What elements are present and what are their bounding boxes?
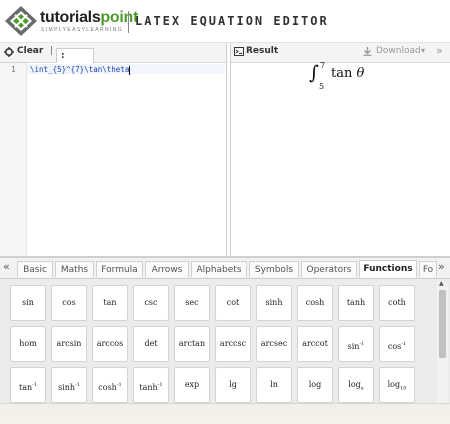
line-number: 1 — [11, 65, 16, 74]
btn-exp[interactable]: exp — [174, 367, 210, 403]
brand-name: tutorialspoint — [40, 9, 139, 26]
app-title: LATEX EQUATION EDITOR — [135, 14, 329, 28]
editor-panels: Clear | : Code 1 \int_{5}^{7}\tan\theta … — [0, 43, 450, 256]
btn-log-e[interactable]: loge — [338, 367, 374, 403]
btn-cosh[interactable]: cosh — [297, 285, 333, 321]
text-cursor — [129, 65, 131, 75]
code-text: \int_{5}^{7}\tan\theta — [30, 65, 130, 74]
result-panel: Result Download ▾ » ∫ 7 5 tan θ — [230, 43, 450, 256]
clear-button[interactable]: Clear — [17, 46, 43, 56]
tabs-scroll-right-icon[interactable]: » — [438, 260, 445, 273]
integral-lower-limit: 5 — [319, 82, 325, 91]
btn-sin[interactable]: sin — [10, 285, 46, 321]
btn-cos[interactable]: cos — [51, 285, 87, 321]
btn-cosh-inverse[interactable]: cosh-1 — [92, 367, 128, 403]
btn-arcsec[interactable]: arcsec — [256, 326, 292, 362]
tab-basic[interactable]: Basic — [17, 261, 53, 277]
btn-tan[interactable]: tan — [92, 285, 128, 321]
tab-operators[interactable]: Operators — [301, 261, 357, 277]
result-label: Result — [246, 46, 279, 56]
btn-coth[interactable]: coth — [379, 285, 415, 321]
brand-tagline: SIMPLYEASYLEARNING — [41, 27, 124, 33]
tab-symbols[interactable]: Symbols — [249, 261, 299, 277]
btn-tan-inverse[interactable]: tan-1 — [10, 367, 46, 403]
line-gutter — [0, 63, 27, 256]
btn-arccsc[interactable]: arccsc — [215, 326, 251, 362]
result-toolbar: Result Download ▾ » — [231, 43, 450, 63]
terminal-icon — [234, 47, 244, 56]
btn-hom[interactable]: hom — [10, 326, 46, 362]
page-footer-strip — [0, 403, 450, 424]
download-caret-icon[interactable]: ▾ — [421, 46, 425, 55]
tab-arrows[interactable]: Arrows — [145, 261, 189, 277]
app-header: tutorialspoint SIMPLYEASYLEARNING LATEX … — [0, 0, 450, 43]
download-icon[interactable] — [363, 47, 372, 56]
btn-sin-inverse[interactable]: sin-1 — [338, 326, 374, 362]
tab-formula[interactable]: Formula — [96, 261, 143, 277]
integral-sign: ∫ — [309, 62, 319, 84]
function-buttons: sin cos tan csc sec cot sinh cosh tanh c… — [0, 279, 450, 423]
tab-alphabets[interactable]: Alphabets — [191, 261, 247, 277]
btn-tanh[interactable]: tanh — [338, 285, 374, 321]
btn-cos-inverse[interactable]: cos-1 — [379, 326, 415, 362]
tab-maths[interactable]: Maths — [55, 261, 94, 277]
scroll-up-icon[interactable]: ▲ — [439, 280, 444, 287]
tab-formatting[interactable]: Fo — [419, 261, 437, 277]
header-divider — [128, 11, 129, 33]
btn-arccos[interactable]: arccos — [92, 326, 128, 362]
btn-log[interactable]: log — [297, 367, 333, 403]
symbol-tabs: « Basic Maths Formula Arrows Alphabets S… — [0, 258, 450, 279]
btn-ln[interactable]: ln — [256, 367, 292, 403]
gear-icon — [4, 47, 14, 57]
btn-cot[interactable]: cot — [215, 285, 251, 321]
scrollbar-thumb[interactable] — [439, 290, 446, 358]
code-input[interactable]: \int_{5}^{7}\tan\theta — [30, 65, 131, 75]
expand-icon[interactable]: » — [436, 44, 443, 57]
btn-arctan[interactable]: arctan — [174, 326, 210, 362]
code-toolbar: Clear | : Code — [0, 43, 226, 76]
integral-upper-limit: 7 — [320, 61, 326, 70]
download-button[interactable]: Download — [376, 46, 421, 56]
btn-sinh[interactable]: sinh — [256, 285, 292, 321]
tab-functions[interactable]: Functions — [359, 260, 417, 278]
btn-det[interactable]: det — [133, 326, 169, 362]
tutorialspoint-logo-icon — [5, 6, 37, 36]
tabs-scroll-left-icon[interactable]: « — [3, 260, 10, 273]
code-panel: Clear | : Code 1 \int_{5}^{7}\tan\theta — [0, 43, 227, 256]
btn-sinh-inverse[interactable]: sinh-1 — [51, 367, 87, 403]
tab-code[interactable]: : Code — [56, 48, 94, 76]
btn-log-10[interactable]: log10 — [379, 367, 415, 403]
btn-sec[interactable]: sec — [174, 285, 210, 321]
btn-lg[interactable]: lg — [215, 367, 251, 403]
btn-arcsin[interactable]: arcsin — [51, 326, 87, 362]
btn-arccot[interactable]: arccot — [297, 326, 333, 362]
toolbar-separator: | — [50, 46, 54, 56]
btn-tanh-inverse[interactable]: tanh-1 — [133, 367, 169, 403]
btn-csc[interactable]: csc — [133, 285, 169, 321]
integrand: tan θ — [331, 66, 365, 81]
